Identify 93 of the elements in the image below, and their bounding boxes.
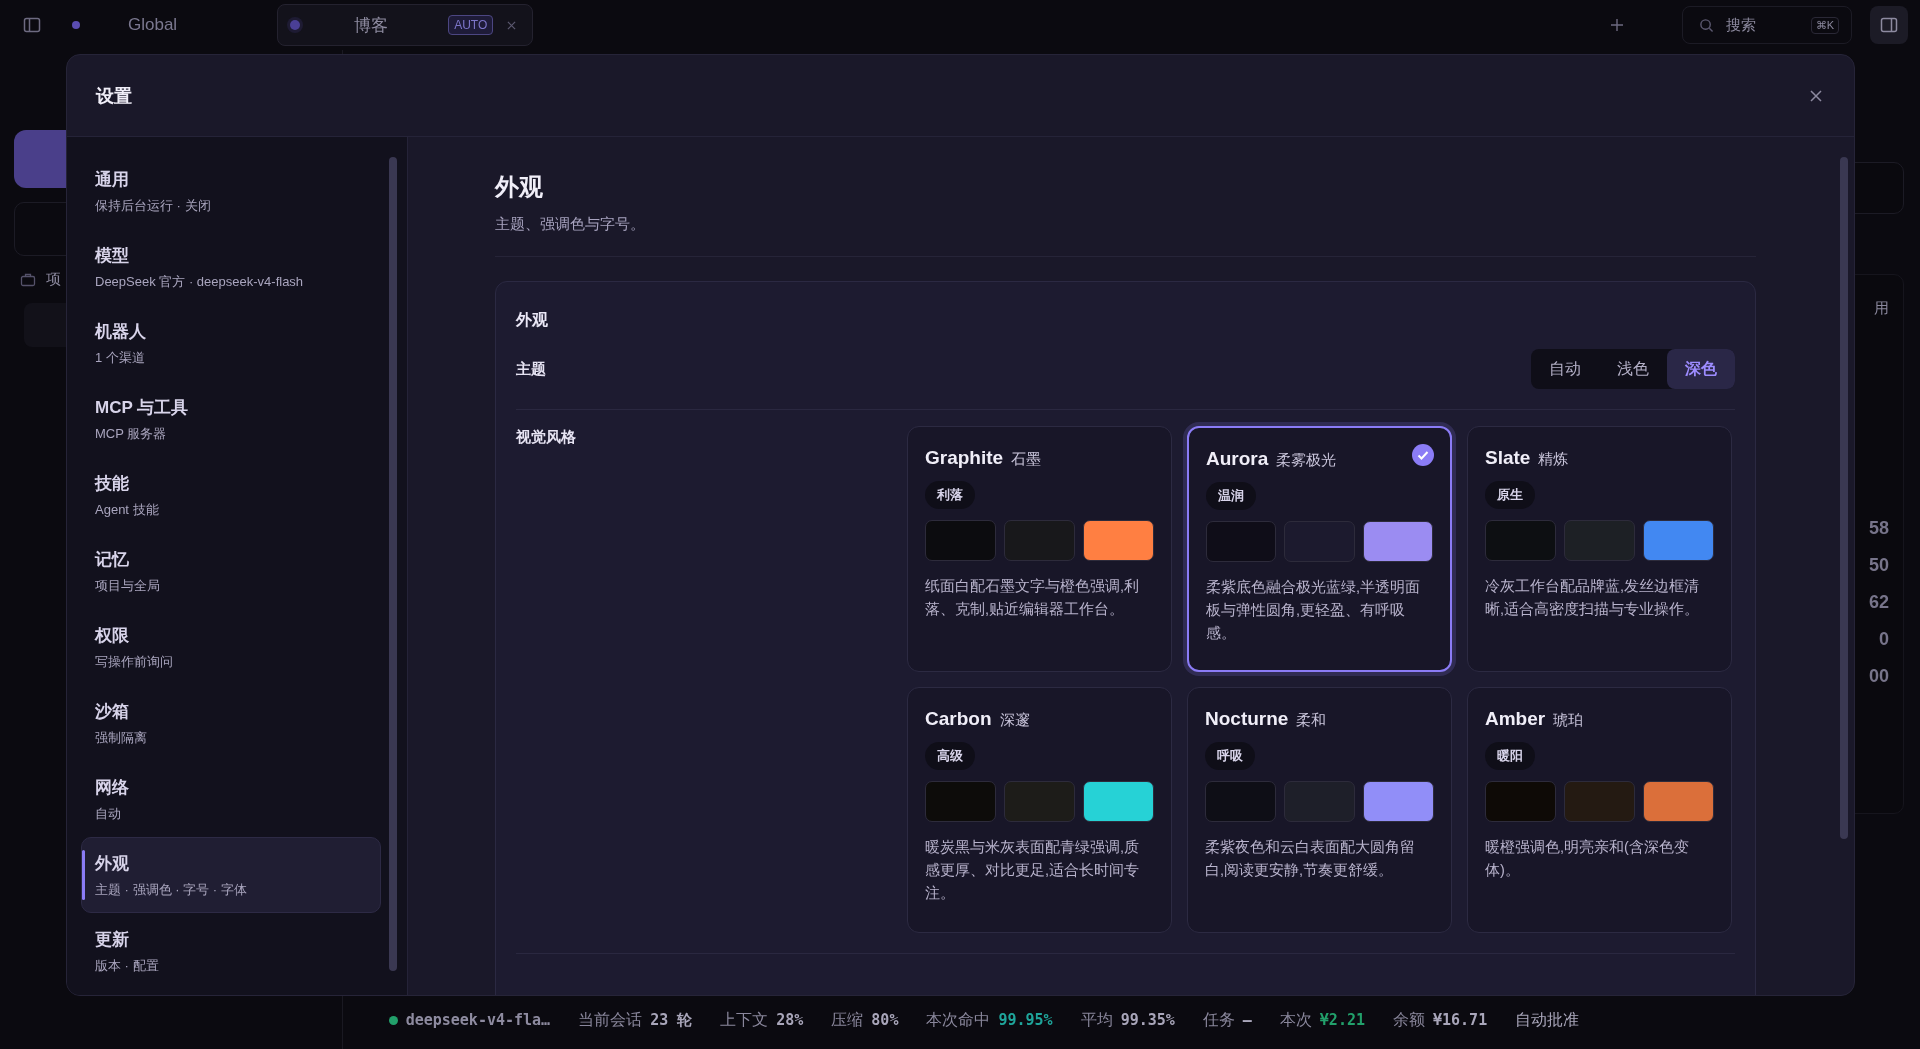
- style-card[interactable]: Carbon 深邃 高级 暖炭黑与米灰表面配青绿强调,质感更厚、对比更足,适合长时间专注。: [907, 687, 1172, 933]
- style-name-chinese: 柔和: [1296, 711, 1327, 730]
- stat-label: 余额: [1393, 1009, 1425, 1030]
- setting-label: 主题: [516, 359, 546, 379]
- style-tag: 利落: [925, 481, 975, 509]
- stat-label: 压缩: [831, 1009, 864, 1030]
- tab-label: 博客: [354, 14, 389, 37]
- panel-toggle-icon: [1879, 15, 1899, 35]
- status-dot: [72, 21, 80, 29]
- style-tag: 呼吸: [1205, 742, 1255, 770]
- stat-label: 本次命中: [926, 1009, 991, 1030]
- stat-number: 62: [1868, 592, 1889, 613]
- nav-item[interactable]: 机器人 1 个渠道: [81, 305, 381, 381]
- style-description: 纸面白配石墨文字与橙色强调,利落、克制,贴近编辑器工作台。: [925, 577, 1141, 620]
- plus-icon[interactable]: [1610, 18, 1624, 32]
- style-name: Slate: [1485, 447, 1531, 469]
- search-placeholder: 搜索: [1726, 15, 1757, 35]
- nav-item[interactable]: 通用 保持后台运行 · 关闭: [81, 153, 381, 229]
- theme-option[interactable]: 深色: [1667, 349, 1735, 389]
- setting-label: 视觉风格: [516, 428, 577, 447]
- theme-option[interactable]: 自动: [1531, 349, 1599, 389]
- nav-item[interactable]: 沙箱 强制隔离: [81, 685, 381, 761]
- briefcase-icon: [20, 271, 36, 288]
- dialog-title: 设置: [96, 84, 132, 108]
- tab-dot-icon: [290, 20, 301, 30]
- page-title: 外观: [495, 172, 544, 202]
- close-icon[interactable]: [507, 20, 517, 30]
- stat-value: 80%: [871, 1011, 899, 1029]
- check-icon: [1412, 444, 1434, 466]
- close-icon[interactable]: [1810, 89, 1822, 102]
- nav-item[interactable]: 外观 主题 · 强调色 · 字号 · 字体: [81, 837, 381, 913]
- nav-item[interactable]: 更新 版本 · 配置: [81, 913, 381, 989]
- style-card[interactable]: Amber 琥珀 暖阳 暖橙强调色,明亮亲和(含深色变体)。: [1467, 687, 1732, 933]
- style-description: 暖橙强调色,明亮亲和(含深色变体)。: [1485, 838, 1690, 881]
- search-icon: [1699, 17, 1714, 33]
- theme-option[interactable]: 浅色: [1599, 349, 1667, 389]
- stat-label: 本次: [1279, 1009, 1312, 1030]
- nav-item[interactable]: 权限 写操作前询问: [81, 609, 381, 685]
- stat-value: ¥2.21: [1319, 1011, 1365, 1029]
- stat-label: 任务: [1202, 1009, 1235, 1030]
- style-name: Graphite: [925, 447, 1004, 469]
- style-tag: 原生: [1485, 481, 1535, 509]
- stat-value: 99.95%: [998, 1011, 1053, 1029]
- stat-value: ¥16.71: [1433, 1011, 1488, 1029]
- stat-value: –: [1242, 1011, 1252, 1029]
- section-label: 项: [46, 270, 61, 289]
- nav-item[interactable]: MCP 与工具 MCP 服务器: [81, 381, 381, 457]
- style-card[interactable]: Aurora 柔雾极光 温润 柔紫底色融合极光蓝绿,半透明面板与弹性圆角,更轻盈、有呼吸感。: [1187, 426, 1452, 672]
- style-tag: 高级: [925, 742, 975, 770]
- style-name-chinese: 精炼: [1538, 450, 1569, 469]
- model-name[interactable]: deepseek-v4-fla…: [405, 1011, 551, 1029]
- stat-value: 99.35%: [1120, 1011, 1175, 1029]
- nav-item[interactable]: 模型 DeepSeek 官方 · deepseek-v4-flash: [81, 229, 381, 305]
- stat-label: 上下文: [720, 1009, 769, 1030]
- style-description: 柔紫夜色和云白表面配大圆角留白,阅读更安静,节奏更舒缓。: [1205, 838, 1416, 881]
- style-name: Aurora: [1206, 448, 1269, 470]
- style-name: Carbon: [925, 708, 992, 730]
- style-name-chinese: 柔雾极光: [1276, 451, 1337, 470]
- style-tag: 暖阳: [1485, 742, 1535, 770]
- stat-label: 当前会话: [578, 1009, 643, 1030]
- stat-number: 58: [1868, 518, 1889, 539]
- search-field[interactable]: 搜索 ⌘K: [1682, 6, 1852, 44]
- stat-value: 28%: [776, 1011, 804, 1029]
- stat-number: 00: [1868, 666, 1889, 687]
- style-name-chinese: 琥珀: [1553, 711, 1584, 730]
- stat-number: 0: [1879, 629, 1889, 650]
- style-card[interactable]: Slate 精炼 原生 冷灰工作台配品牌蓝,发丝边框清晰,适合高密度扫描与专业操作。: [1467, 426, 1732, 672]
- style-name-chinese: 石墨: [1011, 450, 1042, 469]
- stat-number: 50: [1868, 555, 1889, 576]
- auto-badge: AUTO: [448, 15, 494, 35]
- nav-item[interactable]: 记忆 项目与全局: [81, 533, 381, 609]
- style-tag: 温润: [1206, 482, 1256, 510]
- style-description: 柔紫底色融合极光蓝绿,半透明面板与弹性圆角,更轻盈、有呼吸感。: [1206, 578, 1422, 644]
- stat-value: 23 轮: [650, 1010, 693, 1030]
- section-title: 外观: [516, 310, 549, 330]
- panel-toggle-button[interactable]: [1870, 6, 1908, 44]
- style-name: Nocturne: [1205, 708, 1289, 730]
- nav-item[interactable]: 网络 自动: [81, 761, 381, 837]
- style-description: 暖炭黑与米灰表面配青绿强调,质感更厚、对比更足,适合长时间专注。: [925, 838, 1141, 904]
- approval-mode[interactable]: 自动批准: [1515, 1009, 1580, 1031]
- shortcut-key: ⌘K: [1810, 16, 1839, 34]
- page-subtitle: 主题、强调色与字号。: [495, 215, 646, 234]
- nav-item[interactable]: 技能 Agent 技能: [81, 457, 381, 533]
- style-name: Amber: [1485, 708, 1546, 730]
- style-name-chinese: 深邃: [999, 711, 1030, 730]
- sidebar-toggle-icon[interactable]: [22, 15, 42, 35]
- workspace-label[interactable]: Global: [128, 15, 178, 35]
- style-description: 冷灰工作台配品牌蓝,发丝边框清晰,适合高密度扫描与专业操作。: [1485, 577, 1701, 620]
- style-card[interactable]: Graphite 石墨 利落 纸面白配石墨文字与橙色强调,利落、克制,贴近编辑器工作台。: [907, 426, 1172, 672]
- column-header: 用: [1874, 299, 1889, 318]
- stat-label: 平均: [1080, 1009, 1113, 1030]
- tab[interactable]: 博客 AUTO: [277, 4, 534, 46]
- style-card[interactable]: Nocturne 柔和 呼吸 柔紫夜色和云白表面配大圆角留白,阅读更安静,节奏更舒缓。: [1187, 687, 1452, 933]
